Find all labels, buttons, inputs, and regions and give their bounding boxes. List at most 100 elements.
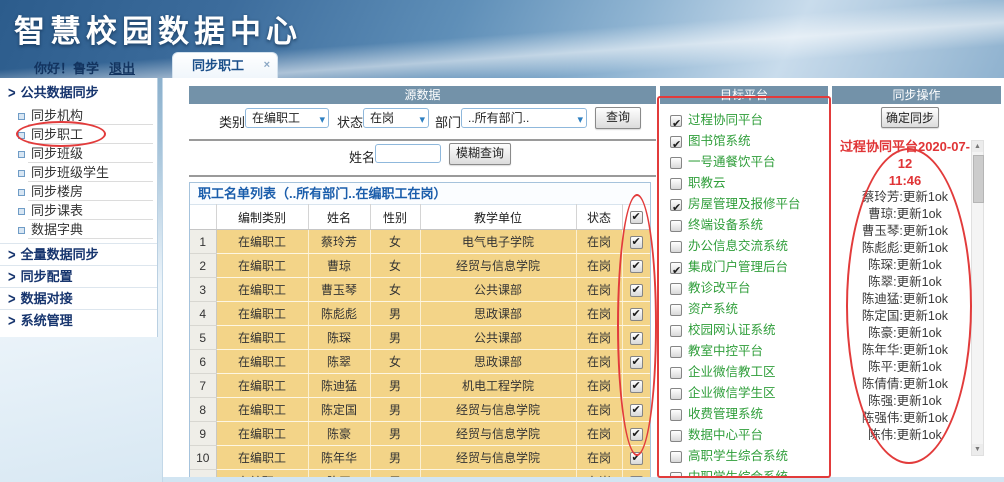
platform-checkbox[interactable]: [670, 283, 682, 295]
select-all-checkbox[interactable]: [630, 211, 643, 224]
row-checkbox[interactable]: [630, 284, 643, 297]
logout-link[interactable]: 退出: [109, 61, 135, 76]
platform-item-职教云[interactable]: 职教云: [660, 173, 828, 194]
row-checkbox[interactable]: [630, 428, 643, 441]
platform-item-办公信息交流系统[interactable]: 办公信息交流系统: [660, 236, 828, 257]
scroll-down-icon[interactable]: ▼: [972, 444, 983, 455]
page: 智慧校园数据中心 你好！鲁学退出 同步职工 × >公共数据同步同步机构同步职工同…: [0, 0, 1004, 482]
sidebar-group-label: 数据对接: [21, 291, 73, 306]
row-checkbox[interactable]: [630, 260, 643, 273]
row-checkbox[interactable]: [630, 236, 643, 249]
platform-item-图书馆系统[interactable]: 图书馆系统: [660, 131, 828, 152]
column-header: 姓名: [308, 205, 370, 230]
row-checkbox[interactable]: [630, 404, 643, 417]
sidebar-item-同步职工[interactable]: 同步职工: [0, 125, 157, 144]
table-row: 9在编职工陈豪男经贸与信息学院在岗: [190, 422, 650, 446]
sidebar-item-同步班级学生[interactable]: 同步班级学生: [0, 163, 157, 182]
dept-select[interactable]: ..所有部门.. ▾: [461, 108, 587, 128]
table-cell: 在岗: [576, 278, 622, 302]
row-checkbox[interactable]: [630, 452, 643, 465]
confirm-sync-button[interactable]: 确定同步: [881, 107, 939, 128]
sync-log-entry: 陈年华:更新1ok: [839, 342, 971, 359]
platform-label: 企业微信学生区: [688, 386, 776, 400]
platform-label: 职教云: [688, 176, 726, 190]
table-cell: 蔡玲芳: [308, 230, 370, 254]
sidebar-item-数据字典[interactable]: 数据字典: [0, 220, 157, 239]
row-checkbox[interactable]: [630, 332, 643, 345]
chevron-right-icon: >: [8, 80, 16, 105]
sidebar-item-同步班级[interactable]: 同步班级: [0, 144, 157, 163]
platform-checkbox[interactable]: [670, 430, 682, 442]
platform-item-教诊改平台[interactable]: 教诊改平台: [660, 278, 828, 299]
platform-item-房屋管理及报修平台[interactable]: 房屋管理及报修平台: [660, 194, 828, 215]
close-icon[interactable]: ×: [264, 59, 270, 72]
target-panel-header: 目标平台: [660, 86, 828, 104]
table-row: 1在编职工蔡玲芳女电气电子学院在岗: [190, 230, 650, 254]
platform-label: 房屋管理及报修平台: [688, 197, 801, 211]
platform-label: 企业微信教工区: [688, 365, 776, 379]
platform-item-资产系统[interactable]: 资产系统: [660, 299, 828, 320]
platform-checkbox[interactable]: [670, 199, 682, 211]
sidebar-group-5[interactable]: >系统管理: [0, 309, 157, 331]
platform-checkbox[interactable]: [670, 409, 682, 421]
platform-label: 图书馆系统: [688, 134, 751, 148]
platform-item-高职学生综合系统[interactable]: 高职学生综合系统: [660, 446, 828, 467]
sidebar-group-3[interactable]: >同步配置: [0, 265, 157, 287]
sidebar-item-label: 同步班级学生: [31, 165, 109, 180]
sidebar-item-同步楼房[interactable]: 同步楼房: [0, 182, 157, 201]
fuzzy-query-button[interactable]: 模糊查询: [449, 143, 511, 165]
sidebar-item-同步课表[interactable]: 同步课表: [0, 201, 157, 220]
table-cell: 陈琛: [308, 326, 370, 350]
table-cell: 在编职工: [216, 374, 308, 398]
table-row: 3在编职工曹玉琴女公共课部在岗: [190, 278, 650, 302]
platform-item-企业微信学生区[interactable]: 企业微信学生区: [660, 383, 828, 404]
sidebar-group-2[interactable]: >全量数据同步: [0, 243, 157, 265]
table-row: 8在编职工陈定国男经贸与信息学院在岗: [190, 398, 650, 422]
platform-checkbox[interactable]: [670, 136, 682, 148]
name-input[interactable]: [375, 144, 441, 163]
status-label: 状态: [337, 112, 363, 131]
platform-label: 高职学生综合系统: [688, 449, 788, 463]
sidebar-item-同步机构[interactable]: 同步机构: [0, 106, 157, 125]
greeting-text: 你好！鲁学退出: [34, 58, 135, 77]
platform-checkbox[interactable]: [670, 304, 682, 316]
platform-checkbox[interactable]: [670, 388, 682, 400]
divider: [189, 139, 656, 141]
bullet-icon: [18, 113, 25, 120]
platform-item-过程协同平台[interactable]: 过程协同平台: [660, 110, 828, 131]
platform-item-终端设备系统[interactable]: 终端设备系统: [660, 215, 828, 236]
platform-checkbox[interactable]: [670, 157, 682, 169]
platform-item-企业微信教工区[interactable]: 企业微信教工区: [660, 362, 828, 383]
scroll-up-icon[interactable]: ▲: [972, 141, 983, 152]
query-button[interactable]: 查询: [595, 107, 641, 129]
table-cell: 经贸与信息学院: [420, 422, 576, 446]
platform-item-收费管理系统[interactable]: 收费管理系统: [660, 404, 828, 425]
sidebar-group-4[interactable]: >数据对接: [0, 287, 157, 309]
row-checkbox[interactable]: [630, 356, 643, 369]
table-cell: 在岗: [576, 374, 622, 398]
platform-item-一号通餐饮平台[interactable]: 一号通餐饮平台: [660, 152, 828, 173]
platform-item-集成门户管理后台[interactable]: 集成门户管理后台: [660, 257, 828, 278]
platform-checkbox[interactable]: [670, 346, 682, 358]
category-select[interactable]: 在编职工 ▾: [245, 108, 329, 128]
row-checkbox[interactable]: [630, 308, 643, 321]
tab-sync-staff[interactable]: 同步职工 ×: [172, 52, 278, 78]
platform-checkbox[interactable]: [670, 451, 682, 463]
platform-item-校园网认证系统[interactable]: 校园网认证系统: [660, 320, 828, 341]
platform-checkbox[interactable]: [670, 178, 682, 190]
platform-checkbox[interactable]: [670, 367, 682, 379]
row-checkbox[interactable]: [630, 380, 643, 393]
status-select[interactable]: 在岗 ▾: [363, 108, 429, 128]
platform-checkbox[interactable]: [670, 220, 682, 232]
platform-item-数据中心平台[interactable]: 数据中心平台: [660, 425, 828, 446]
platform-checkbox[interactable]: [670, 325, 682, 337]
scrollbar[interactable]: ▲ ▼: [971, 140, 984, 456]
table-cell: 在编职工: [216, 446, 308, 470]
sidebar-group-1[interactable]: >公共数据同步: [0, 82, 157, 103]
platform-checkbox[interactable]: [670, 241, 682, 253]
platform-checkbox[interactable]: [670, 262, 682, 274]
platform-checkbox[interactable]: [670, 115, 682, 127]
platform-item-教室中控平台[interactable]: 教室中控平台: [660, 341, 828, 362]
scrollbar-thumb[interactable]: [973, 155, 984, 203]
platform-label: 终端设备系统: [688, 218, 763, 232]
